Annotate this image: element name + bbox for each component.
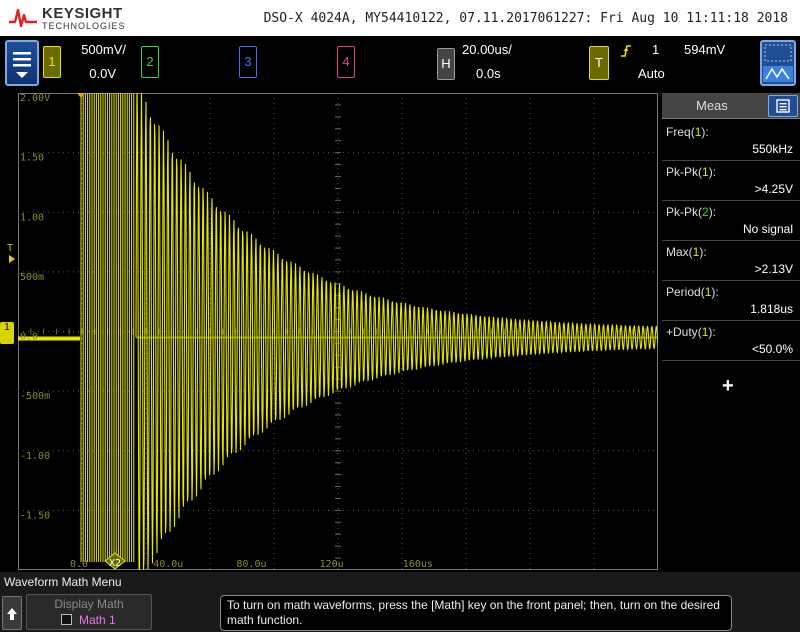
- meas-paren: ):: [708, 325, 716, 339]
- meas-type: Max: [666, 245, 689, 259]
- channel-bar: 1 500mV/ 0.0V 2 3 4 H 20.00us/ 0.0s T 1 …: [0, 36, 800, 92]
- meas-paren: ):: [708, 205, 717, 219]
- up-arrow-icon: [7, 608, 17, 620]
- trigger-mode[interactable]: Auto: [638, 66, 678, 81]
- y-axis-label: -1.00: [20, 451, 50, 462]
- y-axis-label: -500m: [20, 391, 50, 402]
- x-axis-label: 160us: [403, 559, 433, 570]
- y-axis-label: 0.0: [20, 332, 38, 343]
- meas-row[interactable]: Max(1): >2.13V: [662, 241, 800, 281]
- channel-4-number: 4: [342, 54, 350, 69]
- x-axis-label: 80.0u: [236, 559, 266, 570]
- meas-value: 1.818us: [750, 302, 793, 316]
- measurements-panel: Meas Freq(1): 550kHz Pk-Pk(1): >4.25V Pk-Pk(…: [662, 93, 800, 570]
- keysight-logo: KEYSIGHT TECHNOLOGIES: [8, 2, 128, 34]
- meas-name: Max(1):: [666, 245, 707, 259]
- horizontal-label: H: [441, 56, 451, 71]
- meas-paren: ):: [708, 165, 717, 179]
- cursor-x2-label: X2: [109, 558, 121, 569]
- help-message: To turn on math waveforms, press the [Ma…: [220, 595, 732, 631]
- meas-type: Pk-Pk: [666, 165, 699, 179]
- trigger-source: 1: [652, 42, 660, 57]
- instrument-title: DSO-X 4024A, MY54410122, 07.11.201706122…: [263, 11, 788, 26]
- horizontal-scale[interactable]: 20.00us/: [462, 42, 520, 57]
- keysight-wave-icon: [9, 8, 37, 28]
- x-axis-label: 120u: [320, 559, 344, 570]
- ground-marker-label: 1: [4, 322, 10, 333]
- meas-name: Pk-Pk(2):: [666, 205, 716, 219]
- channel-1-number: 1: [48, 54, 56, 69]
- meas-name: +Duty(1):: [666, 325, 716, 339]
- meas-type: Pk-Pk: [666, 205, 699, 219]
- meas-name: Freq(1):: [666, 125, 709, 139]
- meas-value: >2.13V: [754, 262, 793, 276]
- trigger-level-arrow: [9, 255, 15, 263]
- meas-value: No signal: [742, 222, 793, 236]
- horizontal-button[interactable]: H: [437, 48, 455, 80]
- meas-row[interactable]: Pk-Pk(2): No signal: [662, 201, 800, 241]
- brand-sub: TECHNOLOGIES: [42, 21, 126, 31]
- display-math-softkey[interactable]: Display Math Math 1: [26, 594, 152, 630]
- trigger-level-marker[interactable]: T: [7, 243, 13, 254]
- y-axis-label: 500m: [20, 272, 44, 283]
- meas-row[interactable]: Period(1): 1.818us: [662, 281, 800, 321]
- trigger-level[interactable]: 594mV: [684, 42, 734, 57]
- y-axis-label: 1.00: [20, 212, 44, 223]
- meas-name: Pk-Pk(1):: [666, 165, 716, 179]
- channel-2-button[interactable]: 2: [141, 46, 159, 78]
- trigger-button[interactable]: T: [589, 46, 609, 80]
- softmenu-title: Waveform Math Menu: [4, 575, 122, 589]
- meas-title: Meas: [696, 98, 728, 113]
- meas-channel: 2: [702, 205, 709, 219]
- channel-1-offset[interactable]: 0.0V: [70, 66, 116, 81]
- meas-name: Period(1):: [666, 285, 719, 299]
- display-math-label: Display Math: [54, 597, 124, 611]
- zoom-button[interactable]: [760, 40, 796, 86]
- math-1-label: Math 1: [79, 613, 116, 627]
- meas-value: 550kHz: [752, 142, 793, 156]
- list-icon: [776, 99, 790, 113]
- x-axis-label: 0.0: [70, 559, 88, 570]
- meas-row[interactable]: Freq(1): 550kHz: [662, 121, 800, 161]
- trigger-label: T: [595, 55, 603, 70]
- meas-list-button[interactable]: [768, 95, 798, 117]
- channel-2-number: 2: [146, 54, 154, 69]
- y-axis-label: 2.00V: [20, 93, 50, 104]
- meas-paren: ):: [711, 285, 719, 299]
- rising-edge-icon: [621, 45, 631, 57]
- x-axis-label: 40.0u: [153, 559, 183, 570]
- channel-3-button[interactable]: 3: [239, 46, 257, 78]
- horizontal-delay[interactable]: 0.0s: [476, 66, 516, 81]
- meas-channel: 1: [702, 165, 709, 179]
- meas-paren: ):: [701, 125, 709, 139]
- brand-name: KEYSIGHT: [42, 5, 123, 22]
- softkey-menu: Waveform Math Menu Display Math Math 1 T…: [0, 572, 800, 632]
- meas-paren: ):: [699, 245, 707, 259]
- channel-1-button[interactable]: 1: [43, 46, 61, 78]
- menu-icon: [13, 52, 31, 78]
- channel-4-button[interactable]: 4: [337, 46, 355, 78]
- waveform-display[interactable]: 2.00V 1.50 1.00 500m 0.0 -500m -1.00 -1.50 0.0 40…: [18, 93, 658, 570]
- channel-3-number: 3: [244, 54, 252, 69]
- meas-value: >4.25V: [754, 182, 793, 196]
- meas-header[interactable]: Meas: [662, 93, 800, 119]
- ground-marker[interactable]: 1: [0, 322, 14, 344]
- main-menu-button[interactable]: [5, 40, 39, 86]
- zoom-icon: [763, 44, 793, 82]
- y-axis-label: 1.50: [20, 153, 44, 164]
- meas-type: Period: [666, 285, 701, 299]
- meas-type: +Duty: [666, 325, 698, 339]
- add-measurement-button[interactable]: +: [722, 375, 734, 398]
- y-axis-label: -1.50: [20, 510, 50, 521]
- meas-value: <50.0%: [751, 342, 793, 356]
- meas-row[interactable]: Pk-Pk(1): >4.25V: [662, 161, 800, 201]
- back-button[interactable]: [2, 596, 22, 630]
- meas-type: Freq: [666, 125, 691, 139]
- title-bar: KEYSIGHT TECHNOLOGIES DSO-X 4024A, MY544…: [0, 0, 800, 36]
- meas-row[interactable]: +Duty(1): <50.0%: [662, 321, 800, 361]
- math-1-checkbox[interactable]: [61, 614, 72, 625]
- channel-1-scale[interactable]: 500mV/: [70, 42, 126, 57]
